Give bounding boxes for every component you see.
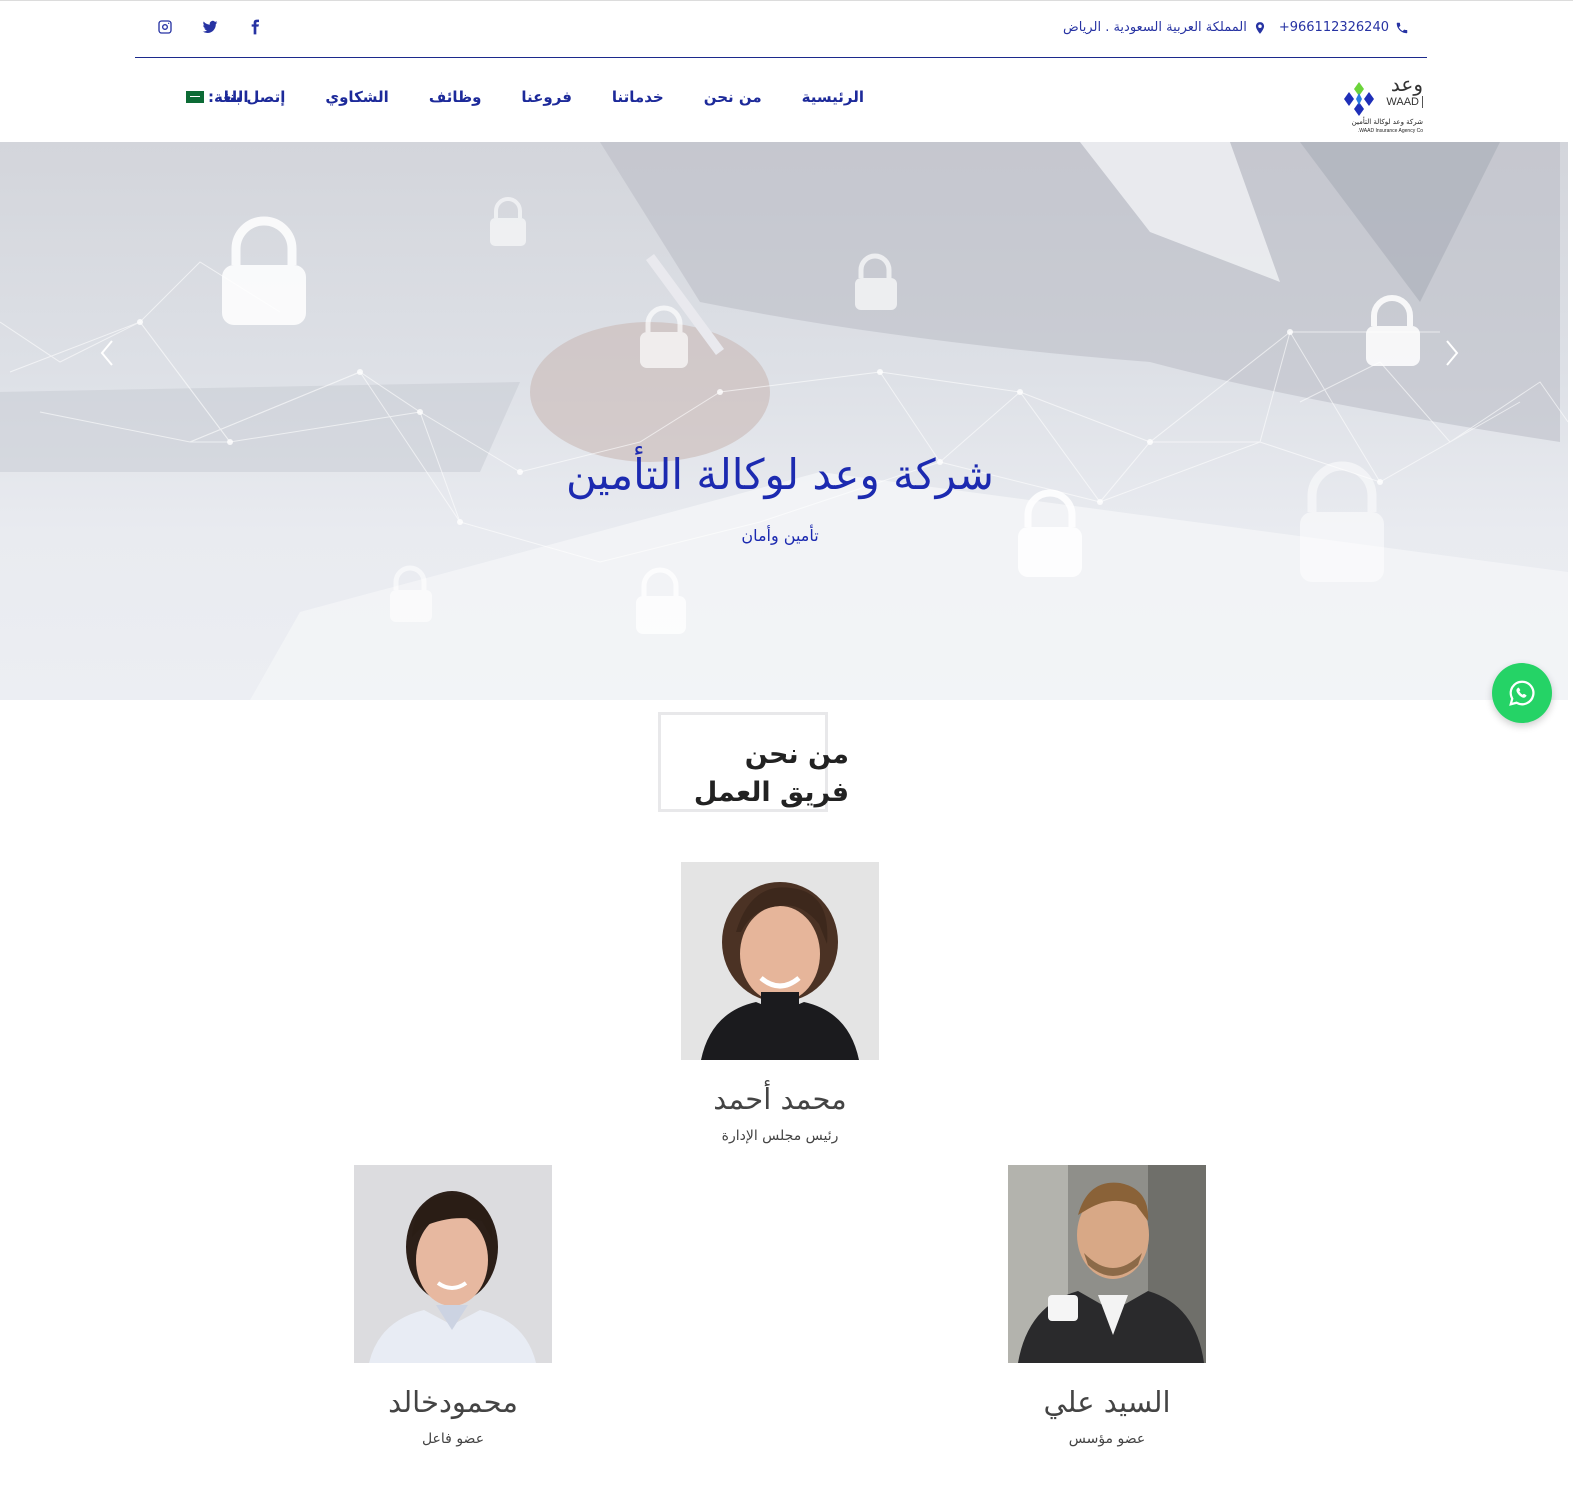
- phone-item[interactable]: +966112326240: [1279, 20, 1409, 35]
- team-member-card: محمد أحمد رئيس مجلس الإدارة: [660, 862, 900, 1144]
- social-links: [157, 19, 263, 35]
- hero-background-image: [0, 142, 1568, 700]
- company-logo[interactable]: وعد WAAD شركة وعد لوكالة التأمين WAAD In…: [1337, 72, 1427, 138]
- contact-info: المملكة العربية السعودية . الرياض +96611…: [1063, 20, 1409, 35]
- chevron-right-icon: [1446, 340, 1459, 366]
- topbar: المملكة العربية السعودية . الرياض +96611…: [135, 8, 1427, 58]
- member-name: محمد أحمد: [713, 1082, 847, 1116]
- address-item: المملكة العربية السعودية . الرياض: [1063, 20, 1267, 35]
- hero-title: شركة وعد لوكالة التأمين: [566, 450, 994, 499]
- nav-item-complaints[interactable]: الشكاوي: [325, 88, 388, 106]
- member-role: عضو مؤسس: [1068, 1431, 1146, 1447]
- hero-slider: شركة وعد لوكالة التأمين تأمين وأمان: [0, 142, 1568, 700]
- nav-menu: الرئيسية من نحن خدماتنا فروعنا وظائف الش…: [224, 88, 864, 106]
- team-heading: فريق العمل: [693, 777, 849, 808]
- whatsapp-icon: [1509, 680, 1535, 706]
- member-photo: [681, 862, 879, 1060]
- language-label: اللغة:: [208, 88, 249, 106]
- member-photo: [354, 1165, 552, 1363]
- facebook-icon[interactable]: [247, 19, 263, 35]
- member-role: عضو فاعل: [421, 1431, 485, 1447]
- whatsapp-button[interactable]: [1492, 663, 1552, 723]
- logo-arabic: وعد: [1390, 72, 1423, 96]
- saudi-flag-icon: [186, 91, 204, 103]
- hero-subtitle: تأمين وأمان: [741, 526, 819, 545]
- nav-item-home[interactable]: الرئيسية: [802, 88, 864, 106]
- team-section-heading: من نحن فريق العمل: [658, 712, 849, 812]
- instagram-icon[interactable]: [157, 19, 173, 35]
- slider-next-arrow[interactable]: [1441, 338, 1461, 368]
- slider-prev-arrow[interactable]: [98, 338, 118, 368]
- language-switcher[interactable]: اللغة:: [186, 88, 248, 106]
- team-member-card: محمودخالد عضو فاعل: [333, 1165, 573, 1447]
- map-pin-icon: [1255, 21, 1264, 34]
- nav-item-jobs[interactable]: وظائف: [429, 88, 482, 106]
- top-rule: [0, 0, 1573, 3]
- phone-text[interactable]: +966112326240: [1279, 20, 1389, 35]
- address-text: المملكة العربية السعودية . الرياض: [1063, 20, 1247, 35]
- nav-item-services[interactable]: خدماتنا: [612, 88, 664, 106]
- nav-item-branches[interactable]: فروعنا: [521, 88, 571, 106]
- twitter-icon[interactable]: [202, 19, 218, 35]
- chevron-left-icon: [100, 340, 113, 366]
- member-photo: [1008, 1165, 1206, 1363]
- nav-item-about[interactable]: من نحن: [704, 88, 762, 106]
- logo-english: WAAD: [1386, 96, 1423, 108]
- member-role: رئيس مجلس الإدارة: [721, 1128, 839, 1144]
- phone-icon: [1396, 22, 1408, 33]
- team-member-card: السيد علي عضو مؤسس: [987, 1165, 1227, 1447]
- member-name: محمودخالد: [388, 1385, 518, 1419]
- logo-tagline-en: WAAD Insurance Agency Co.: [1357, 128, 1423, 134]
- member-name: السيد علي: [1043, 1385, 1171, 1419]
- main-navbar: وعد WAAD شركة وعد لوكالة التأمين WAAD In…: [135, 58, 1427, 142]
- logo-tagline-ar: شركة وعد لوكالة التأمين: [1351, 118, 1423, 126]
- about-heading: من نحن: [744, 739, 849, 770]
- logo-diamond-icon: [1344, 82, 1374, 116]
